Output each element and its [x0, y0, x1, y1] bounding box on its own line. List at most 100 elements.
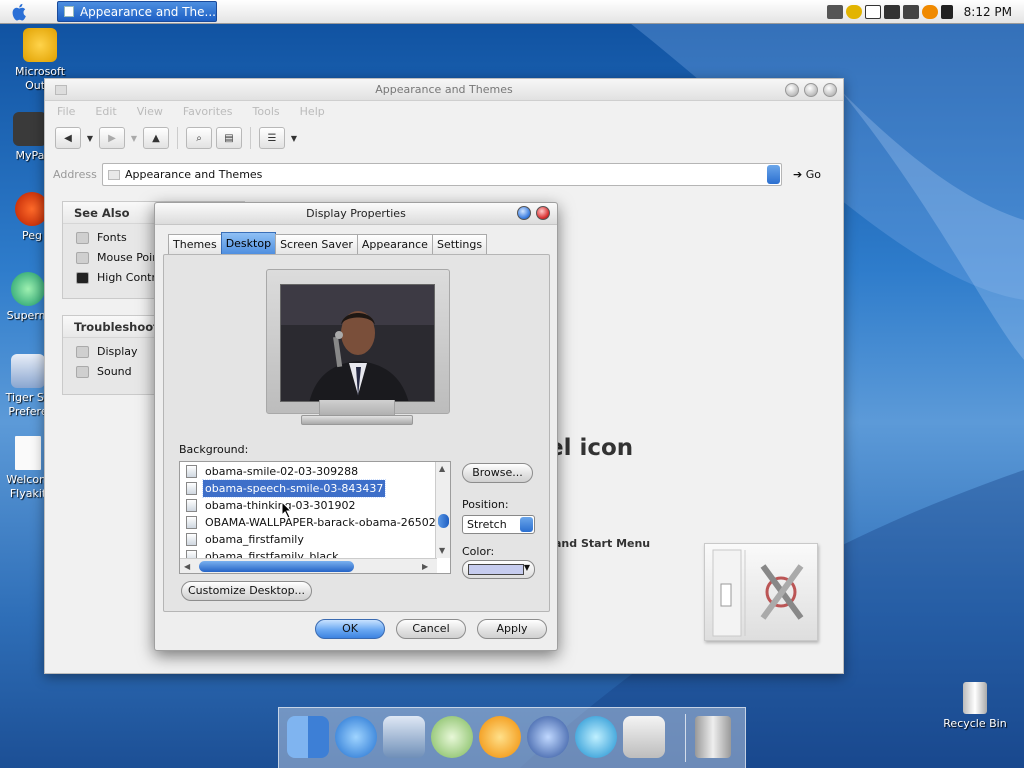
- forward-history-dropdown[interactable]: ▼: [129, 134, 139, 143]
- dock-system-preferences-icon[interactable]: [623, 716, 665, 758]
- horizontal-scroll-thumb[interactable]: [199, 561, 354, 572]
- customize-desktop-button[interactable]: Customize Desktop...: [181, 581, 312, 601]
- views-dropdown[interactable]: ▼: [289, 134, 299, 143]
- mouse-cursor-icon: [281, 501, 293, 519]
- control-panel-tile[interactable]: [704, 543, 818, 641]
- tab-appearance[interactable]: Appearance: [356, 234, 433, 254]
- monitor-base: [301, 415, 413, 425]
- tab-desktop[interactable]: Desktop: [220, 232, 277, 254]
- views-icon: ☰: [267, 132, 277, 144]
- tab-themes[interactable]: Themes: [168, 234, 222, 254]
- dock-mail-icon[interactable]: [383, 716, 425, 758]
- troubleshooter-label: Display: [97, 345, 138, 358]
- background-item[interactable]: OBAMA-WALLPAPER-barack-obama-2650262-8: [186, 514, 451, 531]
- background-item-label: obama_firstfamily: [205, 533, 304, 546]
- address-input[interactable]: Appearance and Themes: [102, 163, 782, 186]
- background-item-label: OBAMA-WALLPAPER-barack-obama-2650262-8: [205, 516, 451, 529]
- up-arrow-icon: ▲: [152, 132, 160, 144]
- system-tray: 8:12 PM: [826, 0, 1024, 24]
- position-label: Position:: [462, 498, 509, 511]
- volume-icon[interactable]: [940, 5, 953, 19]
- background-label: Background:: [179, 443, 249, 456]
- dock-dvd-player-icon[interactable]: [527, 716, 569, 758]
- taskbar-window-button[interactable]: Appearance and The...: [57, 1, 217, 22]
- dock-finder-icon[interactable]: [287, 716, 329, 758]
- menu-view[interactable]: View: [137, 105, 163, 118]
- browse-button[interactable]: Browse...: [462, 463, 533, 483]
- toolbar-separator: [177, 127, 178, 149]
- close-button[interactable]: [536, 206, 550, 220]
- menu-help[interactable]: Help: [300, 105, 325, 118]
- address-dropdown-button[interactable]: [767, 165, 780, 184]
- desktop-tab-panel: Background: obama-smile-02-03-309288 oba…: [163, 254, 550, 612]
- maximize-button[interactable]: [804, 83, 818, 97]
- shield-icon[interactable]: [845, 5, 862, 19]
- position-value: Stretch: [467, 518, 507, 531]
- background-list[interactable]: obama-smile-02-03-309288 obama-speech-sm…: [179, 461, 451, 574]
- menu-favorites[interactable]: Favorites: [183, 105, 233, 118]
- background-item[interactable]: obama_firstfamily: [186, 531, 306, 548]
- background-list-horizontal-scrollbar[interactable]: ◀ ▶: [180, 558, 437, 573]
- image-file-icon: [186, 465, 197, 478]
- dialog-title: Display Properties: [306, 207, 406, 220]
- up-button[interactable]: ▲: [143, 127, 169, 149]
- image-file-icon: [186, 533, 197, 546]
- apply-button[interactable]: Apply: [477, 619, 547, 639]
- go-button[interactable]: ➔ Go: [793, 168, 821, 181]
- display-properties-dialog: Display Properties Themes Desktop Screen…: [154, 202, 558, 651]
- cancel-button[interactable]: Cancel: [396, 619, 466, 639]
- select-arrows-icon: [520, 517, 533, 532]
- position-select[interactable]: Stretch: [462, 515, 535, 534]
- network-icon[interactable]: [902, 5, 919, 19]
- tab-screen-saver[interactable]: Screen Saver: [275, 234, 358, 254]
- color-picker-button[interactable]: ▼: [462, 560, 535, 579]
- tab-settings[interactable]: Settings: [431, 234, 488, 254]
- forward-arrow-icon: ▶: [108, 132, 116, 144]
- back-history-dropdown[interactable]: ▼: [85, 134, 95, 143]
- dialog-title-bar[interactable]: Display Properties: [155, 203, 557, 225]
- folders-button[interactable]: ▤: [216, 127, 242, 149]
- search-icon[interactable]: [921, 5, 938, 19]
- dock-internet-explorer-icon[interactable]: [335, 716, 377, 758]
- minimize-button[interactable]: [785, 83, 799, 97]
- search-button[interactable]: ⌕: [186, 127, 212, 149]
- views-button[interactable]: ☰: [259, 127, 285, 149]
- address-value: Appearance and Themes: [125, 168, 263, 181]
- scroll-down-icon[interactable]: ▼: [439, 546, 445, 555]
- battery-icon[interactable]: [864, 5, 881, 19]
- background-item[interactable]: obama-smile-02-03-309288: [186, 463, 360, 480]
- clock[interactable]: 8:12 PM: [964, 5, 1012, 19]
- help-button[interactable]: [517, 206, 531, 220]
- menu-edit[interactable]: Edit: [95, 105, 116, 118]
- go-label: Go: [805, 168, 821, 181]
- background-item[interactable]: obama-thinking-03-301902: [186, 497, 358, 514]
- dock-media-player-icon[interactable]: [479, 716, 521, 758]
- back-button[interactable]: ◀: [55, 127, 81, 149]
- ok-button[interactable]: OK: [315, 619, 385, 639]
- scroll-up-icon[interactable]: ▲: [439, 464, 445, 473]
- explorer-title-bar[interactable]: Appearance and Themes: [45, 79, 843, 101]
- forward-button[interactable]: ▶: [99, 127, 125, 149]
- desktop-icon-recycle-bin[interactable]: Recycle Bin: [935, 682, 1015, 731]
- vertical-scroll-thumb[interactable]: [438, 514, 449, 528]
- dock-quicktime-icon[interactable]: [575, 716, 617, 758]
- scroll-right-icon[interactable]: ▶: [422, 562, 428, 571]
- taskbar-start-menu-link[interactable]: and Start Menu: [554, 537, 650, 550]
- menu-bar: Appearance and The... 8:12 PM: [0, 0, 1024, 24]
- keyboard-icon[interactable]: [826, 5, 843, 19]
- folder-icon: [55, 85, 67, 95]
- menu-file[interactable]: File: [57, 105, 75, 118]
- scroll-left-icon[interactable]: ◀: [184, 562, 190, 571]
- apple-menu-button[interactable]: [0, 0, 40, 24]
- dock-itunes-icon[interactable]: [431, 716, 473, 758]
- image-file-icon: [186, 482, 197, 495]
- monitor-icon[interactable]: [883, 5, 900, 19]
- close-button[interactable]: [823, 83, 837, 97]
- outlook-icon: [23, 28, 57, 62]
- background-item-selected[interactable]: obama-speech-smile-03-843437: [186, 479, 387, 498]
- see-also-label: Fonts: [97, 231, 127, 244]
- menu-tools[interactable]: Tools: [253, 105, 280, 118]
- background-list-vertical-scrollbar[interactable]: ▲ ▼: [435, 462, 450, 558]
- go-arrow-icon: ➔: [793, 168, 806, 181]
- dock-trash-icon[interactable]: [695, 716, 731, 758]
